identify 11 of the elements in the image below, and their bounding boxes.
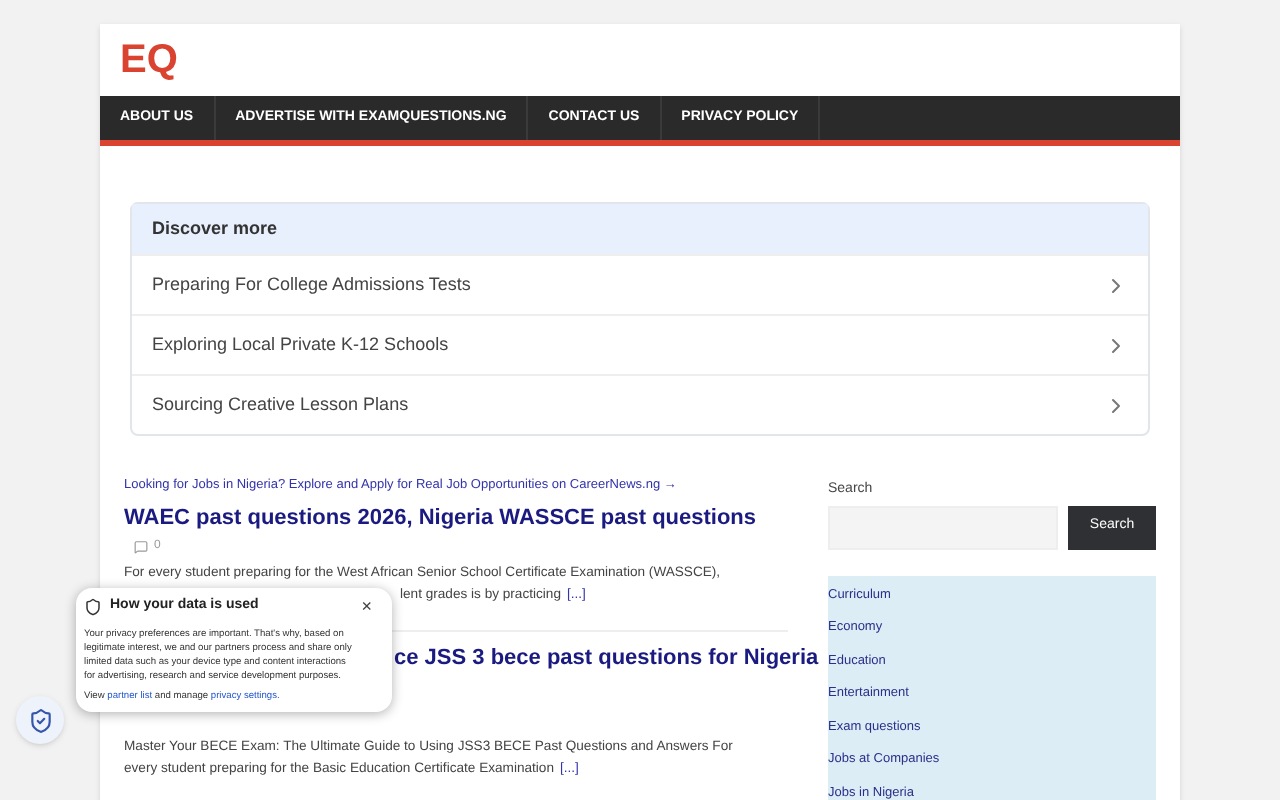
close-button[interactable]: × xyxy=(361,597,384,616)
comment-icon xyxy=(134,539,148,554)
discover-item[interactable]: Exploring Local Private K-12 Schools xyxy=(132,314,1148,374)
discover-header: Discover more xyxy=(132,204,1148,254)
site-logo[interactable]: EQ xyxy=(120,40,178,80)
article-title[interactable]: WAEC past questions 2026, Nigeria WASSCE past questions xyxy=(124,503,788,532)
shield-check-icon xyxy=(27,707,53,733)
discover-item[interactable]: Preparing For College Admissions Tests xyxy=(132,254,1148,314)
privacy-shield-button[interactable] xyxy=(16,696,64,744)
discover-item[interactable]: Sourcing Creative Lesson Plans xyxy=(132,374,1148,434)
shield-icon xyxy=(84,597,102,616)
